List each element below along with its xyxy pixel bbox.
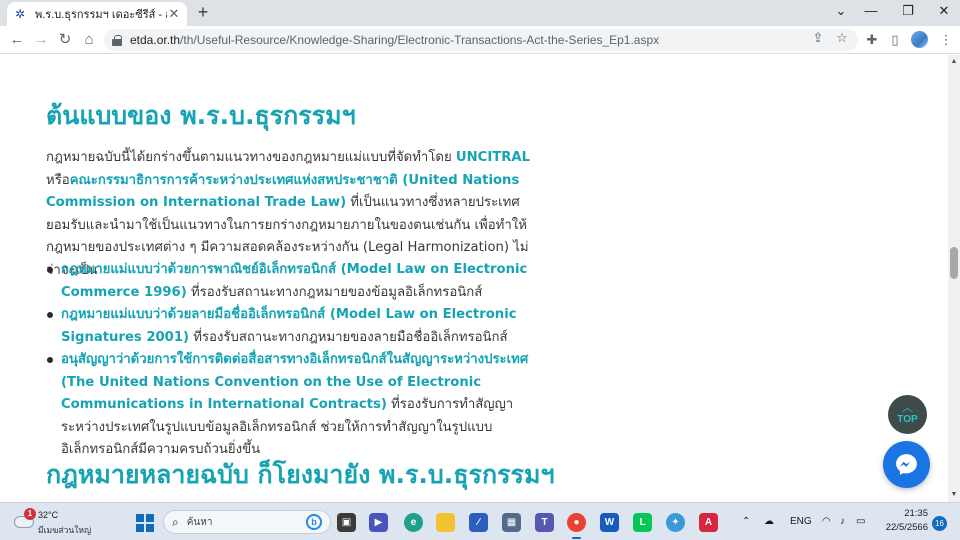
home-icon[interactable]: ⌂ [80, 31, 98, 49]
word-icon[interactable]: W [600, 513, 619, 532]
extensions-icon[interactable]: ✚ [864, 32, 880, 48]
weather-desc: มีเมฆส่วนใหญ่ [38, 525, 92, 535]
visual-studio-icon[interactable]: ∕ [469, 513, 488, 532]
messenger-chat-button[interactable] [883, 441, 930, 488]
tab-search-chevron-icon[interactable]: ⌄ [832, 4, 850, 18]
scrollbar-thumb[interactable] [950, 247, 958, 279]
chevron-up-icon[interactable]: ⌃ [742, 515, 750, 529]
bing-icon[interactable]: b [306, 514, 322, 530]
start-button[interactable] [136, 514, 154, 532]
profile-avatar-icon[interactable] [911, 31, 928, 48]
minimize-button[interactable]: — [862, 4, 880, 18]
system-clock[interactable]: 21:35 22/5/2566 [868, 507, 928, 535]
uncitral-link[interactable]: UNCITRAL [456, 150, 530, 165]
volume-icon[interactable]: ♪ [840, 515, 845, 529]
widgets-icon[interactable]: ▣ [337, 513, 356, 532]
clock-time: 21:35 [904, 508, 928, 519]
menu-icon[interactable]: ⋮ [938, 32, 954, 48]
close-window-button[interactable]: ✕ [935, 4, 953, 18]
section-heading: กฎหมายหลายฉบับ ก็โยงมายัง พ.ร.บ.ธุรกรรมฯ [46, 460, 555, 489]
scroll-down-arrow-icon[interactable]: ▼ [948, 489, 960, 501]
network-tool-icon[interactable]: ✦ [666, 513, 685, 532]
reload-icon[interactable]: ↻ [56, 31, 74, 49]
search-icon: ⌕ [172, 514, 179, 529]
lock-icon[interactable] [112, 34, 122, 46]
model-law-list: กฎหมายแม่แบบว่าด้วยการพาณิชย์อิเล็กทรอนิ… [46, 259, 541, 462]
meet-icon[interactable]: ▶ [369, 513, 388, 532]
weather-temp: 32°C [38, 510, 59, 520]
forward-icon[interactable]: → [32, 31, 50, 49]
line-icon[interactable]: L [633, 513, 652, 532]
weather-widget[interactable]: 1 32°C มีเมฆส่วนใหญ่ [10, 508, 92, 536]
list-item: กฎหมายแม่แบบว่าด้วยลายมือชื่ออิเล็กทรอนิ… [46, 304, 541, 349]
notification-badge[interactable]: 16 [932, 516, 947, 531]
page-content: ต้นแบบของ พ.ร.บ.ธุรกรรมฯ กฎหมายฉบับนี้ได… [0, 55, 948, 502]
page-scrollbar[interactable]: ▲ ▼ [948, 55, 960, 502]
search-placeholder: ค้นหา [186, 516, 213, 528]
address-bar[interactable]: etda.or.th/th/Useful-Resource/Knowledge-… [104, 29, 858, 51]
tab-title: พ.ร.บ.ธุรกรรมฯ เดอะซีรีส์ - สพธอ. [35, 9, 167, 21]
clock-date: 22/5/2566 [885, 522, 928, 533]
back-icon[interactable]: ← [8, 31, 26, 49]
chrome-icon[interactable]: ● [567, 513, 586, 539]
chevron-up-icon: ︿ [902, 402, 913, 414]
etda-favicon-icon: ✲ [14, 7, 26, 21]
list-item: อนุสัญญาว่าด้วยการใช้การติดต่อสื่อสารทาง… [46, 349, 541, 462]
browser-toolbar: ← → ↻ ⌂ etda.or.th/th/Useful-Resource/Kn… [0, 26, 960, 54]
acrobat-icon[interactable]: A [699, 513, 718, 532]
onedrive-cloud-icon[interactable]: ☁ [764, 515, 774, 529]
sidepanel-icon[interactable]: ▯ [887, 32, 903, 48]
store-icon[interactable]: ▦ [502, 513, 521, 532]
scroll-up-arrow-icon[interactable]: ▲ [948, 56, 960, 68]
weather-badge: 1 [24, 508, 36, 520]
browser-tab[interactable]: ✲ พ.ร.บ.ธุรกรรมฯ เดอะซีรีส์ - สพธอ. ✕ [7, 2, 187, 26]
url-text[interactable]: etda.or.th/th/Useful-Resource/Knowledge-… [130, 33, 659, 47]
language-indicator[interactable]: ENG [790, 515, 812, 529]
share-icon[interactable]: ⇪ [810, 30, 826, 46]
star-icon[interactable]: ☆ [834, 30, 850, 46]
restore-button[interactable]: ❐ [899, 4, 917, 18]
new-tab-button[interactable]: + [194, 3, 212, 21]
wifi-icon[interactable]: ◠ [822, 515, 831, 529]
section-heading: ต้นแบบของ พ.ร.บ.ธุรกรรมฯ [46, 101, 356, 130]
back-to-top-button[interactable]: ︿ TOP [888, 395, 927, 434]
windows-taskbar: 1 32°C มีเมฆส่วนใหญ่ ⌕ ค้นหา b ▣ ▶ e ∕ ▦… [0, 502, 960, 540]
edge-icon[interactable]: e [404, 513, 423, 532]
list-item: กฎหมายแม่แบบว่าด้วยการพาณิชย์อิเล็กทรอนิ… [46, 259, 541, 304]
battery-icon[interactable]: ▭ [856, 515, 865, 529]
tab-strip: ✲ พ.ร.บ.ธุรกรรมฯ เดอะซีรีส์ - สพธอ. ✕ + … [0, 0, 960, 26]
messenger-icon [896, 454, 917, 475]
teams-icon[interactable]: T [535, 513, 554, 532]
file-explorer-icon[interactable] [436, 513, 455, 532]
taskbar-search[interactable]: ⌕ ค้นหา b [163, 510, 331, 534]
close-tab-icon[interactable]: ✕ [167, 6, 181, 22]
